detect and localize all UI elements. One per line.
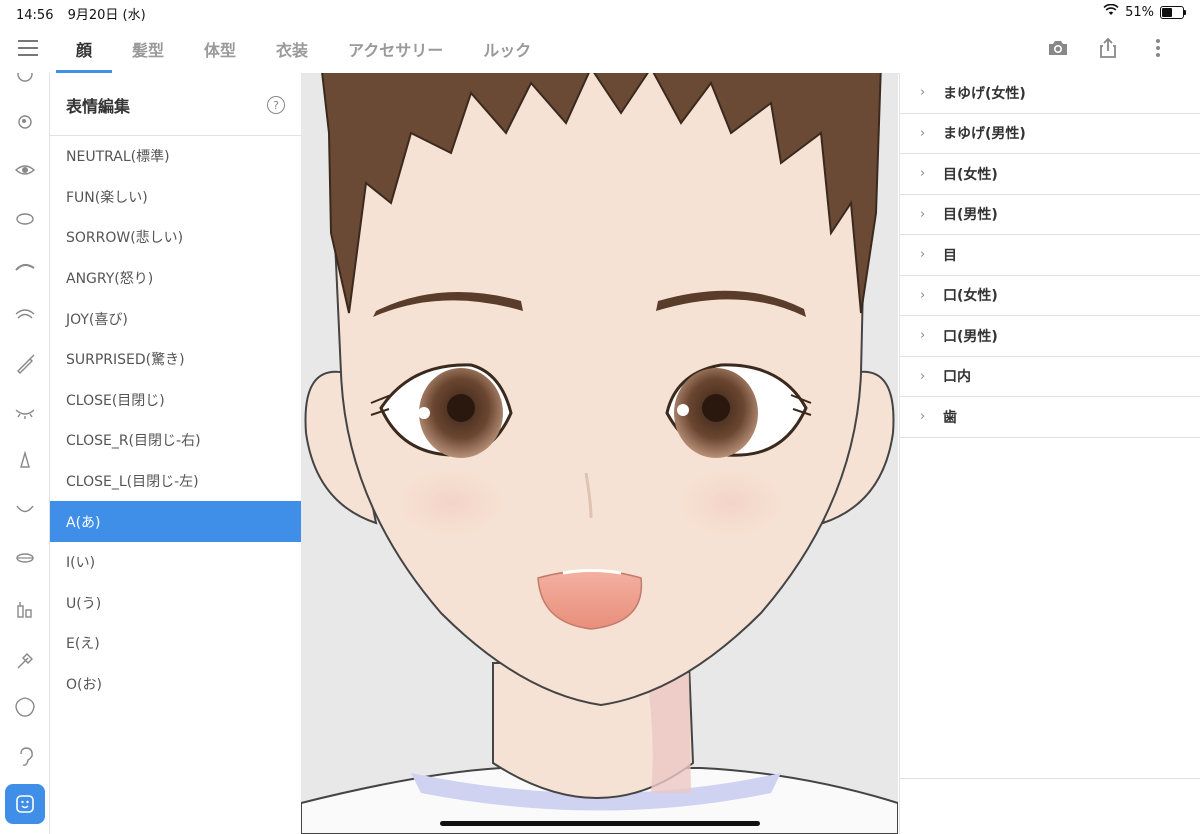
eye-white-icon[interactable] (14, 208, 36, 230)
accordion-eyebrow-male[interactable]: › まゆげ(男性) (900, 114, 1200, 154)
accordion-mouth-male[interactable]: › 口(男性) (900, 316, 1200, 357)
chevron-right-icon: › (920, 287, 926, 303)
expression-o[interactable]: O(お) (50, 664, 301, 705)
tab-outfit[interactable]: 衣装 (256, 24, 328, 73)
expression-fun[interactable]: FUN(楽しい) (50, 177, 301, 218)
nose-icon[interactable] (14, 450, 36, 472)
top-nav: 顔 髪型 体型 衣装 アクセサリー ルック (0, 24, 1200, 74)
expression-angry[interactable]: ANGRY(怒り) (50, 258, 301, 299)
camera-icon[interactable] (1046, 36, 1070, 60)
chevron-right-icon: › (920, 247, 926, 263)
eyeliner-icon[interactable] (14, 353, 36, 375)
battery-percent: 51% (1125, 4, 1154, 20)
accordion-label: 口(男性) (943, 328, 998, 345)
accordion-label: 目 (943, 247, 957, 264)
divider (900, 778, 1200, 779)
status-date: 9月20日 (水) (67, 8, 146, 23)
expression-e[interactable]: E(え) (50, 623, 301, 664)
home-indicator (440, 821, 760, 826)
expression-joy[interactable]: JOY(喜び) (50, 298, 301, 339)
expression-u[interactable]: U(う) (50, 583, 301, 624)
accordion-eye[interactable]: › 目 (900, 235, 1200, 276)
panel-title: 表情編集 (66, 97, 131, 116)
accordion-eyebrow-female[interactable]: › まゆげ(女性) (900, 73, 1200, 114)
expression-surprised[interactable]: SURPRISED(驚き) (50, 339, 301, 380)
avatar-face-render (301, 73, 898, 834)
accordion-label: 口(女性) (943, 288, 998, 305)
chevron-right-icon: › (920, 206, 926, 222)
expression-close-l[interactable]: CLOSE_L(目閉じ-左) (50, 461, 301, 502)
avatar-viewport[interactable] (301, 73, 898, 834)
accordion-label: 目(女性) (943, 166, 998, 183)
accordion-eye-male[interactable]: › 目(男性) (900, 195, 1200, 235)
mouth-icon[interactable] (14, 498, 36, 520)
lips-icon[interactable] (14, 547, 36, 569)
menu-icon[interactable] (18, 40, 38, 56)
cheek-brush-icon[interactable] (14, 649, 36, 671)
accordion-label: まゆげ(女性) (943, 85, 1026, 102)
accordion-label: 歯 (943, 409, 957, 426)
eye-iris-icon[interactable] (14, 111, 36, 133)
tab-look[interactable]: ルック (463, 24, 551, 73)
help-icon[interactable]: ? (267, 96, 285, 114)
expression-i[interactable]: I(い) (50, 542, 301, 583)
ear-icon[interactable] (14, 746, 36, 768)
eyelash-icon[interactable] (14, 304, 36, 326)
expression-neutral[interactable]: NEUTRAL(標準) (50, 136, 301, 177)
expression-close[interactable]: CLOSE(目閉じ) (50, 380, 301, 421)
eyebrow-icon[interactable] (14, 256, 36, 278)
accordion-label: まゆげ(男性) (943, 126, 1026, 143)
share-icon[interactable] (1096, 36, 1120, 60)
face-outline-icon[interactable] (14, 73, 36, 85)
expression-icon[interactable] (5, 784, 45, 824)
wifi-icon (1103, 3, 1119, 20)
expression-sorrow[interactable]: SORROW(悲しい) (50, 217, 301, 258)
chevron-right-icon: › (920, 125, 926, 141)
category-tabs: 顔 髪型 体型 衣装 アクセサリー ルック (56, 24, 551, 73)
tab-accessory[interactable]: アクセサリー (328, 24, 463, 73)
part-icon-rail (0, 73, 50, 834)
tab-hairstyle[interactable]: 髪型 (112, 24, 184, 73)
chevron-right-icon: › (920, 328, 926, 344)
status-time: 14:56 (16, 8, 54, 23)
eye-closed-icon[interactable] (14, 401, 36, 423)
status-bar: 14:56 9月20日 (水) 51% (0, 0, 1200, 24)
teeth-icon[interactable] (14, 598, 36, 620)
expression-panel: 表情編集 ? NEUTRAL(標準) FUN(楽しい) SORROW(悲しい) … (50, 73, 301, 834)
chevron-right-icon: › (920, 368, 926, 384)
accordion-label: 口内 (943, 369, 971, 386)
face-shape-icon[interactable] (14, 696, 36, 718)
chevron-right-icon: › (920, 409, 926, 425)
accordion-teeth[interactable]: › 歯 (900, 397, 1200, 438)
battery-icon (1160, 5, 1186, 19)
accordion-mouth-inside[interactable]: › 口内 (900, 357, 1200, 397)
accordion-eye-female[interactable]: › 目(女性) (900, 154, 1200, 195)
accordion-mouth-female[interactable]: › 口(女性) (900, 276, 1200, 316)
chevron-right-icon: › (920, 166, 926, 182)
expression-close-r[interactable]: CLOSE_R(目閉じ-右) (50, 420, 301, 461)
accordion-label: 目(男性) (943, 207, 998, 224)
tab-face[interactable]: 顔 (56, 24, 113, 73)
chevron-right-icon: › (920, 85, 926, 101)
more-vert-icon[interactable] (1146, 36, 1170, 60)
expression-a[interactable]: A(あ) (50, 501, 301, 542)
tab-body[interactable]: 体型 (184, 24, 256, 73)
eye-icon[interactable] (14, 159, 36, 181)
property-list: › まゆげ(女性) › まゆげ(男性) › 目(女性) › 目(男性) › 目 › 口(女性… (899, 73, 1200, 834)
